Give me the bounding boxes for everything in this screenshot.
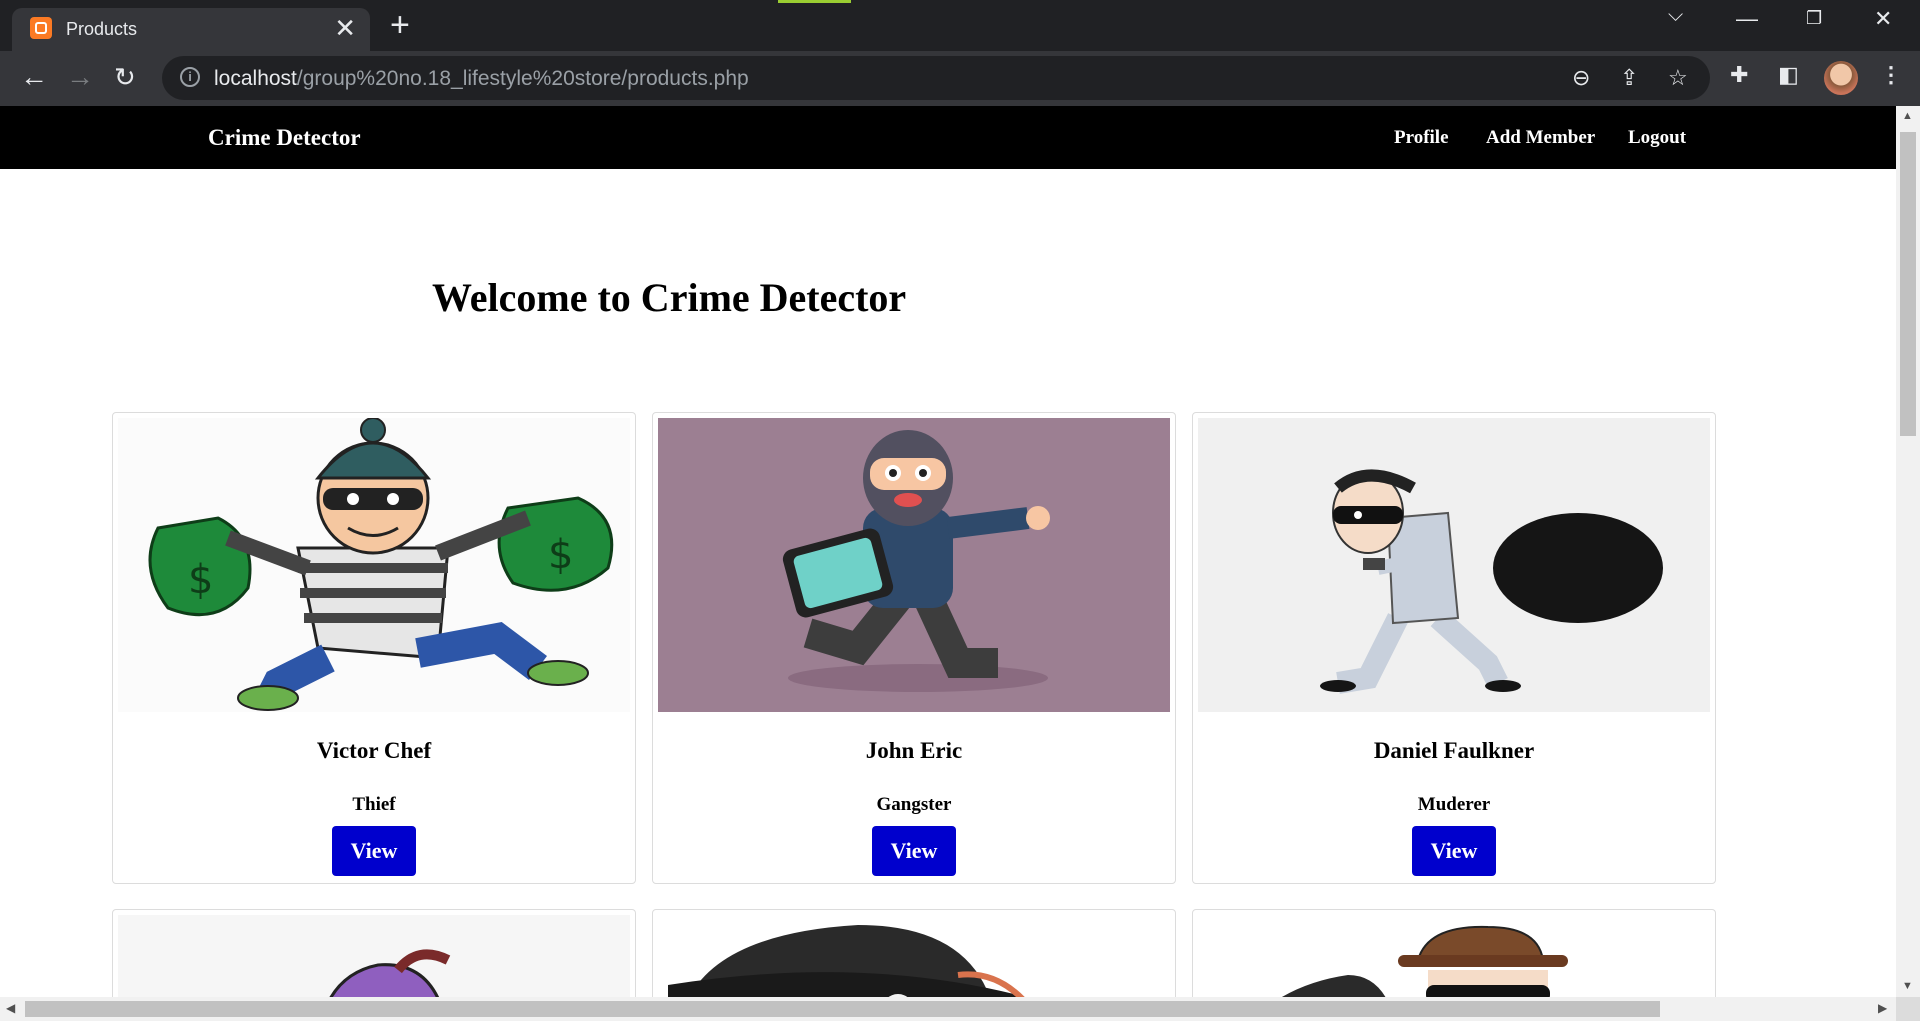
side-panel-icon[interactable]: ◧ xyxy=(1778,62,1799,88)
restore-icon[interactable]: ❐ xyxy=(1806,8,1822,29)
nav-logout-link[interactable]: Logout xyxy=(1628,127,1686,149)
tab-products[interactable]: Products ✕ xyxy=(12,8,370,51)
criminal-name: John Eric xyxy=(865,738,963,763)
page-viewport: Crime Detector Profile Add Member Logout… xyxy=(0,106,1896,997)
criminal-card xyxy=(1192,909,1716,997)
criminal-card: John Eric Gangster View xyxy=(652,412,1176,884)
scroll-up-icon[interactable]: ▲ xyxy=(1902,110,1913,122)
horizontal-scroll-thumb[interactable] xyxy=(25,1001,1660,1017)
browser-tabstrip: Products ✕ + ⌵ — ❐ ✕ xyxy=(0,0,1920,51)
view-button[interactable]: View xyxy=(332,826,416,876)
view-button[interactable]: View xyxy=(1412,826,1496,876)
site-brand[interactable]: Crime Detector xyxy=(208,125,361,151)
tab-search-chevron-icon[interactable]: ⌵ xyxy=(1668,4,1683,27)
menu-icon[interactable]: ⋮ xyxy=(1880,62,1902,88)
forward-icon[interactable]: → xyxy=(66,60,94,94)
criminal-image xyxy=(118,915,630,997)
svg-text:$: $ xyxy=(188,557,213,603)
criminal-role: Gangster xyxy=(876,794,952,815)
scroll-left-icon[interactable]: ◀ xyxy=(6,1001,15,1015)
criminal-name: Daniel Faulkner xyxy=(1373,738,1535,763)
nav-profile-link[interactable]: Profile xyxy=(1394,127,1449,149)
criminal-card: Daniel Faulkner Muderer View xyxy=(1192,412,1716,884)
site-navbar: Crime Detector Profile Add Member Logout xyxy=(0,106,1896,169)
bookmark-star-icon[interactable]: ☆ xyxy=(1668,65,1688,91)
minimize-icon[interactable]: — xyxy=(1736,6,1758,32)
vertical-scrollbar[interactable]: ▲ ▼ xyxy=(1896,106,1920,997)
criminal-image-thief: $ $ xyxy=(118,418,630,712)
criminal-image xyxy=(658,915,1170,997)
url-host: localhost xyxy=(214,67,297,90)
tab-title: Products xyxy=(66,19,138,39)
reload-icon[interactable]: ↻ xyxy=(114,60,136,94)
criminal-name: Victor Chef xyxy=(316,738,432,763)
criminal-role: Muderer xyxy=(1417,794,1491,815)
back-icon[interactable]: ← xyxy=(20,60,48,94)
url-text[interactable]: localhost/group%20no.18_lifestyle%20stor… xyxy=(214,67,749,91)
tab-indicator xyxy=(778,0,851,3)
svg-text:$: $ xyxy=(548,532,573,578)
nav-add-member-link[interactable]: Add Member xyxy=(1486,127,1595,149)
criminal-card: $ $ Victor Chef Thief View xyxy=(112,412,636,884)
criminal-card xyxy=(112,909,636,997)
criminal-role: Thief xyxy=(352,794,396,815)
zoom-out-icon[interactable]: ⊖ xyxy=(1572,65,1590,91)
profile-avatar[interactable] xyxy=(1824,61,1858,95)
vertical-scroll-thumb[interactable] xyxy=(1900,132,1916,436)
criminal-image-gangster xyxy=(658,418,1170,712)
criminal-image xyxy=(1198,915,1710,997)
url-path: /group%20no.18_lifestyle%20store/product… xyxy=(296,67,749,90)
criminal-card xyxy=(652,909,1176,997)
tab-close-icon[interactable]: ✕ xyxy=(334,14,356,42)
browser-toolbar: ← → ↻ i localhost/group%20no.18_lifestyl… xyxy=(0,51,1920,106)
horizontal-scrollbar[interactable]: ◀ ▶ xyxy=(0,997,1896,1021)
extensions-icon[interactable]: ✚ xyxy=(1730,62,1748,88)
share-icon[interactable]: ⇪ xyxy=(1620,65,1638,91)
criminal-image-murderer xyxy=(1198,418,1710,712)
page-title: Welcome to Crime Detector xyxy=(432,275,907,320)
new-tab-button[interactable]: + xyxy=(390,8,410,42)
close-window-icon[interactable]: ✕ xyxy=(1874,6,1892,32)
view-button[interactable]: View xyxy=(872,826,956,876)
scrollbar-corner xyxy=(1896,997,1920,1021)
xampp-favicon-icon xyxy=(30,17,52,39)
scroll-down-icon[interactable]: ▼ xyxy=(1902,980,1913,992)
scroll-right-icon[interactable]: ▶ xyxy=(1878,1001,1887,1015)
address-bar[interactable]: i localhost/group%20no.18_lifestyle%20st… xyxy=(162,56,1710,100)
site-info-icon[interactable]: i xyxy=(180,67,200,87)
